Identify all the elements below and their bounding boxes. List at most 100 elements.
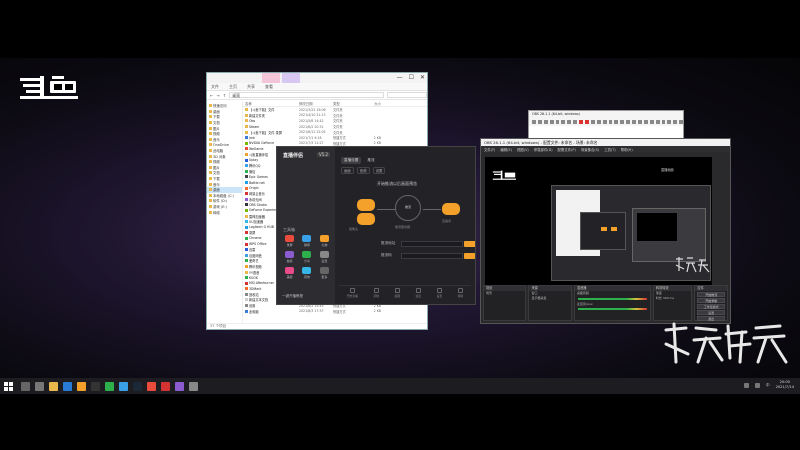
network-icon[interactable] [743,382,749,388]
obs-menu-item[interactable]: 帮助(H) [621,147,633,152]
column-type[interactable]: 类型 [333,101,361,106]
subtab-picture[interactable]: 画面 [341,167,354,174]
taskbar-app-wegame-icon[interactable] [147,381,156,391]
footer-button[interactable]: 帮助 [458,286,463,301]
explorer-search-input[interactable] [387,92,427,98]
copy-push-key-button[interactable] [464,253,475,259]
toolbox-item[interactable]: 音效 [298,267,315,279]
back-arrow-icon[interactable]: ← [210,93,213,98]
forward-arrow-icon[interactable]: → [216,93,219,98]
toolbox-item[interactable]: 美颜 [281,267,298,279]
toolbar-tool-icon[interactable] [638,119,642,124]
tab-push[interactable]: 推流 [364,157,377,164]
toolbar-tool-icon[interactable] [632,119,637,124]
column-name[interactable]: 名称 [243,101,299,106]
obs-menu-item[interactable]: 视图(V) [517,147,529,152]
taskbar-app-explorer-icon[interactable] [49,381,58,391]
toolbar-tool-icon[interactable] [561,119,566,124]
footer-button[interactable]: 截图 [394,286,400,301]
toolbar-tool-icon[interactable] [626,119,631,124]
obs-menu-item[interactable]: 停靠部件(D) [534,147,553,152]
toolbar-tool-icon[interactable] [620,119,625,124]
toolbox-item[interactable]: 设置 [316,251,333,263]
taskbar-app-qq-icon[interactable] [119,381,128,391]
toolbar-tool-icon[interactable] [614,119,619,124]
footer-button[interactable]: 录制 [373,286,379,301]
toolbar-tool-icon[interactable] [649,119,654,124]
clock[interactable]: 20:00 2021/7/14 [776,380,794,390]
dock-row[interactable]: 麦克风/Aux [575,302,650,307]
explorer-tab-purple[interactable] [282,73,300,83]
close-button[interactable]: ✕ [420,74,425,81]
taskbar-app-obs-icon[interactable] [91,381,100,391]
toolbar-tool-icon[interactable] [655,119,660,124]
taskbar-app-steam-icon[interactable] [133,381,142,391]
toolbar-tool-icon[interactable] [608,119,613,124]
ribbon-tab-file[interactable]: 文件 [211,84,219,90]
streaming-companion-window[interactable]: 直播伴侣 V5.2 工具箱 录屏 弹幕 礼物 抽奖 分享 设置 美颜 音效 更多 一键开播教程 … [276,146,476,305]
dock-row[interactable]: 时长 300 ms [654,296,692,301]
address-input[interactable]: 桌面 [229,92,384,98]
toolbar-tool-icon[interactable] [567,119,572,124]
ribbon-tab-home[interactable]: 主页 [229,84,237,90]
taskbar-app-search-icon[interactable] [21,381,30,391]
minimize-button[interactable]: — [397,74,403,81]
maximize-button[interactable]: ☐ [409,74,414,81]
toolbox-item[interactable]: 更多 [316,267,333,279]
copy-push-url-button[interactable] [464,241,475,247]
push-key-input[interactable] [401,253,463,259]
toolbar-tool-icon[interactable] [661,119,666,124]
obs-control-button[interactable]: 工作室模式 [697,304,725,309]
up-arrow-icon[interactable]: ↑ [223,93,226,98]
explorer-titlebar[interactable]: — ☐ ✕ [207,73,427,83]
start-button[interactable] [4,381,13,391]
taskbar-app-naraka-icon[interactable] [175,381,184,391]
column-size[interactable]: 大小 [361,101,381,106]
tutorial-link[interactable]: 一键开播教程 [282,294,303,299]
file-row[interactable]: 此电脑 2021/8/3 17:37 快捷方式 2 KB [243,308,427,314]
obs-preview[interactable]: 直播画面 [485,157,712,285]
taskbar-app-task-view-icon[interactable] [35,381,44,391]
footer-button[interactable]: 设置 [437,286,442,301]
dock-row[interactable]: 桌面音频 [575,291,650,296]
taskbar-app-settings-icon[interactable] [189,381,198,391]
subtab-audio[interactable]: 音频 [356,167,370,174]
toolbar-tool-icon[interactable] [590,119,595,124]
ribbon-tab-view[interactable]: 查看 [265,84,273,90]
footer-button[interactable]: 连麦 [416,286,421,301]
obs-control-button[interactable]: 设置 [697,310,725,315]
column-date[interactable]: 修改日期 [299,101,333,106]
volume-icon[interactable] [754,382,760,388]
obs-titlebar[interactable]: OBS 26.1.1 (64-bit, windows) - 配置文件: 未命名… [481,139,730,146]
dock-row[interactable]: 显示器采集 [529,296,570,301]
toolbar-tool-icon[interactable] [602,119,607,124]
camera-node-2[interactable] [357,213,375,225]
toolbar-tool-icon[interactable] [532,119,536,124]
obs-control-button[interactable]: 开始录制 [697,298,725,303]
obs-menu-item[interactable]: 场景集合(S) [581,147,599,152]
push-url-input[interactable] [401,241,463,247]
toolbar-tool-icon[interactable] [585,119,589,124]
taskbar-app-edge-icon[interactable] [63,381,72,391]
obs-menu-item[interactable]: 工具(T) [604,147,616,152]
toolbar-tool-icon[interactable] [579,119,584,124]
toolbar-tool-icon[interactable] [537,119,542,124]
toolbox-item[interactable]: 礼物 [316,235,333,247]
obs-control-button[interactable]: 开始推流 [697,292,725,297]
toolbar-tool-icon[interactable] [667,119,672,124]
tab-live-settings[interactable]: 直播设置 [341,157,362,164]
explorer-tab-pink[interactable] [262,73,280,83]
obs-menu-item[interactable]: 文件(F) [484,147,495,152]
toolbar-tool-icon[interactable] [573,119,578,124]
taskbar-app-wechat-icon[interactable] [105,381,114,391]
toolbar-tool-icon[interactable] [673,119,678,124]
footer-button[interactable]: 开始直播 [347,286,358,301]
toolbox-item[interactable]: 抽奖 [281,251,298,263]
toolbar-tool-icon[interactable] [679,119,683,124]
obs-menu-item[interactable]: 配置文件(P) [558,147,576,152]
toolbar-tool-icon[interactable] [596,119,601,124]
obs-menu-item[interactable]: 编辑(E) [500,147,512,152]
obs-mini-window[interactable]: OBS 26.1.1 (64-bit, windows) [528,110,684,140]
taskbar-app-streamer-icon[interactable] [77,381,86,391]
toolbox-item[interactable]: 分享 [298,251,315,263]
